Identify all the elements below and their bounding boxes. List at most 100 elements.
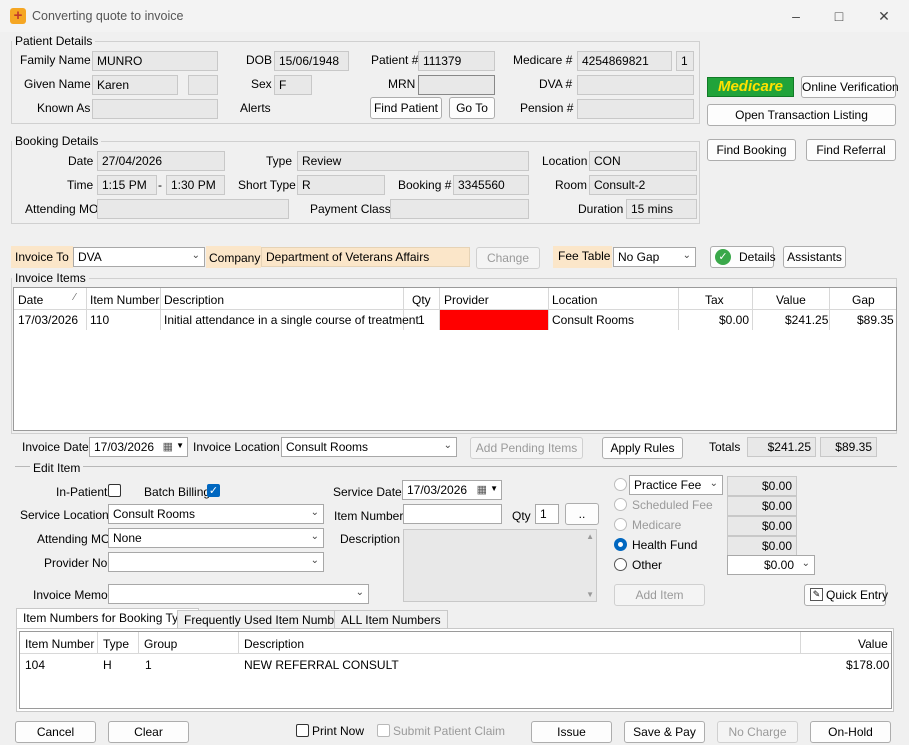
- column-header-tax[interactable]: Tax: [705, 293, 724, 307]
- other-value-select[interactable]: $0.00 ⌄: [727, 555, 815, 575]
- column-header-item-number[interactable]: Item Number: [90, 293, 159, 307]
- assistants-button[interactable]: Assistants: [783, 246, 846, 268]
- close-icon[interactable]: ✕: [869, 6, 899, 26]
- column-header-gap[interactable]: Gap: [852, 293, 875, 307]
- practice-fee-radio[interactable]: [614, 478, 627, 491]
- quick-entry-button[interactable]: ✎ Quick Entry: [804, 584, 888, 606]
- invoice-date-picker[interactable]: 17/03/2026 ▦ ▼: [89, 437, 188, 457]
- payment-class-field[interactable]: [390, 199, 529, 219]
- provider-no-select[interactable]: ⌄: [108, 552, 324, 572]
- scroll-up-icon[interactable]: ▲: [586, 532, 594, 541]
- description-field[interactable]: ▲ ▼: [403, 529, 597, 602]
- table-row[interactable]: 104 H 1 NEW REFERRAL CONSULT $178.00: [20, 654, 891, 674]
- scroll-down-icon[interactable]: ▼: [586, 590, 594, 599]
- type-field[interactable]: Review: [297, 151, 529, 171]
- row-location: Consult Rooms: [552, 313, 635, 327]
- booking-attending-mo-field[interactable]: [97, 199, 289, 219]
- qty-more-button[interactable]: ..: [565, 503, 599, 525]
- tab-item-numbers-for-booking-type[interactable]: Item Numbers for Booking Type: [16, 608, 199, 628]
- column-header-provider[interactable]: Provider: [444, 293, 489, 307]
- tab-all-item-numbers[interactable]: ALL Item Numbers: [334, 610, 448, 630]
- other-radio[interactable]: [614, 558, 627, 571]
- dropdown-arrow-icon[interactable]: ▼: [176, 441, 184, 450]
- add-pending-items-button[interactable]: Add Pending Items: [470, 437, 583, 459]
- clear-button[interactable]: Clear: [108, 721, 189, 743]
- qty-label: Qty: [512, 509, 531, 523]
- item-numbers-grid[interactable]: Item Number Type Group Description Value…: [19, 631, 892, 709]
- column-header-value[interactable]: Value: [776, 293, 806, 307]
- family-name-field[interactable]: MUNRO: [92, 51, 218, 71]
- column-header-type[interactable]: Type: [103, 637, 129, 651]
- column-header-group[interactable]: Group: [144, 637, 177, 651]
- cancel-button[interactable]: Cancel: [15, 721, 96, 743]
- no-charge-button[interactable]: No Charge: [717, 721, 798, 743]
- details-button[interactable]: ✓ Details: [710, 246, 776, 268]
- invoice-memo-select[interactable]: ⌄: [108, 584, 369, 604]
- service-location-select[interactable]: Consult Rooms ⌄: [108, 504, 324, 524]
- go-to-button[interactable]: Go To: [449, 97, 495, 119]
- minimize-icon[interactable]: –: [781, 6, 811, 26]
- time-start-field[interactable]: 1:15 PM: [97, 175, 157, 195]
- company-field[interactable]: Department of Veterans Affairs: [261, 247, 470, 267]
- medicare-radio[interactable]: [614, 518, 627, 531]
- batch-billing-checkbox[interactable]: ✓: [207, 484, 220, 497]
- short-type-field[interactable]: R: [297, 175, 385, 195]
- in-patient-checkbox[interactable]: [108, 484, 121, 497]
- save-pay-button[interactable]: Save & Pay: [624, 721, 705, 743]
- location-field[interactable]: CON: [589, 151, 697, 171]
- invoice-to-select[interactable]: DVA ⌄: [73, 247, 205, 267]
- mrn-field[interactable]: [418, 75, 495, 95]
- apply-rules-button[interactable]: Apply Rules: [602, 437, 683, 459]
- dva-field[interactable]: [577, 75, 694, 95]
- time-end-field[interactable]: 1:30 PM: [166, 175, 225, 195]
- invoice-location-select[interactable]: Consult Rooms ⌄: [281, 437, 457, 457]
- find-patient-button[interactable]: Find Patient: [370, 97, 442, 119]
- fee-table-select[interactable]: No Gap ⌄: [613, 247, 696, 267]
- duration-field[interactable]: 15 mins: [626, 199, 697, 219]
- tab-frequently-used-item-numbers[interactable]: Frequently Used Item Numbers: [177, 610, 358, 630]
- dob-field[interactable]: 15/06/1948: [274, 51, 349, 71]
- find-referral-button[interactable]: Find Referral: [806, 139, 896, 161]
- medicare-number-field[interactable]: 4254869821: [577, 51, 672, 71]
- table-row[interactable]: 17/03/2026 110 Initial attendance in a s…: [14, 310, 896, 330]
- sex-field[interactable]: F: [274, 75, 312, 95]
- column-header-location[interactable]: Location: [552, 293, 597, 307]
- practice-fee-select[interactable]: Practice Fee ⌄: [629, 475, 723, 495]
- column-header-value[interactable]: Value: [858, 637, 888, 651]
- change-button[interactable]: Change: [476, 247, 540, 269]
- item-number-field[interactable]: [403, 504, 502, 524]
- column-header-item-number[interactable]: Item Number: [25, 637, 94, 651]
- issue-button[interactable]: Issue: [531, 721, 612, 743]
- patient-number-field[interactable]: 111379: [418, 51, 495, 71]
- on-hold-button[interactable]: On-Hold: [810, 721, 891, 743]
- invoice-items-title: Invoice Items: [12, 271, 89, 285]
- attending-mo-select[interactable]: None ⌄: [108, 528, 324, 548]
- open-transaction-listing-button[interactable]: Open Transaction Listing: [707, 104, 896, 126]
- medicare-irn-field[interactable]: 1: [676, 51, 694, 71]
- find-booking-button[interactable]: Find Booking: [707, 139, 796, 161]
- given-name-extra-field[interactable]: [188, 75, 218, 95]
- print-now-checkbox[interactable]: [296, 724, 309, 737]
- known-as-field[interactable]: [92, 99, 218, 119]
- booking-date-field[interactable]: 27/04/2026: [97, 151, 225, 171]
- column-header-description[interactable]: Description: [244, 637, 304, 651]
- online-verification-button[interactable]: Online Verification: [801, 76, 899, 98]
- room-field[interactable]: Consult-2: [589, 175, 697, 195]
- column-header-description[interactable]: Description: [164, 293, 224, 307]
- scheduled-fee-radio[interactable]: [614, 498, 627, 511]
- maximize-icon[interactable]: □: [824, 6, 854, 26]
- pension-field[interactable]: [577, 99, 694, 119]
- qty-field[interactable]: 1: [535, 504, 559, 524]
- submit-patient-claim-checkbox[interactable]: [377, 724, 390, 737]
- given-name-field[interactable]: Karen: [92, 75, 178, 95]
- health-fund-radio[interactable]: [614, 538, 627, 551]
- booking-number-field[interactable]: 3345560: [453, 175, 529, 195]
- add-item-button[interactable]: Add Item: [614, 584, 705, 606]
- column-header-date[interactable]: Date: [18, 293, 43, 307]
- dropdown-arrow-icon[interactable]: ▼: [490, 484, 498, 493]
- calendar-icon[interactable]: ▦: [477, 483, 487, 496]
- column-header-qty[interactable]: Qty: [412, 293, 431, 307]
- calendar-icon[interactable]: ▦: [163, 440, 173, 453]
- service-date-picker[interactable]: 17/03/2026 ▦ ▼: [402, 480, 502, 500]
- invoice-items-grid[interactable]: Date ⁄ Item Number Description Qty Provi…: [13, 287, 897, 431]
